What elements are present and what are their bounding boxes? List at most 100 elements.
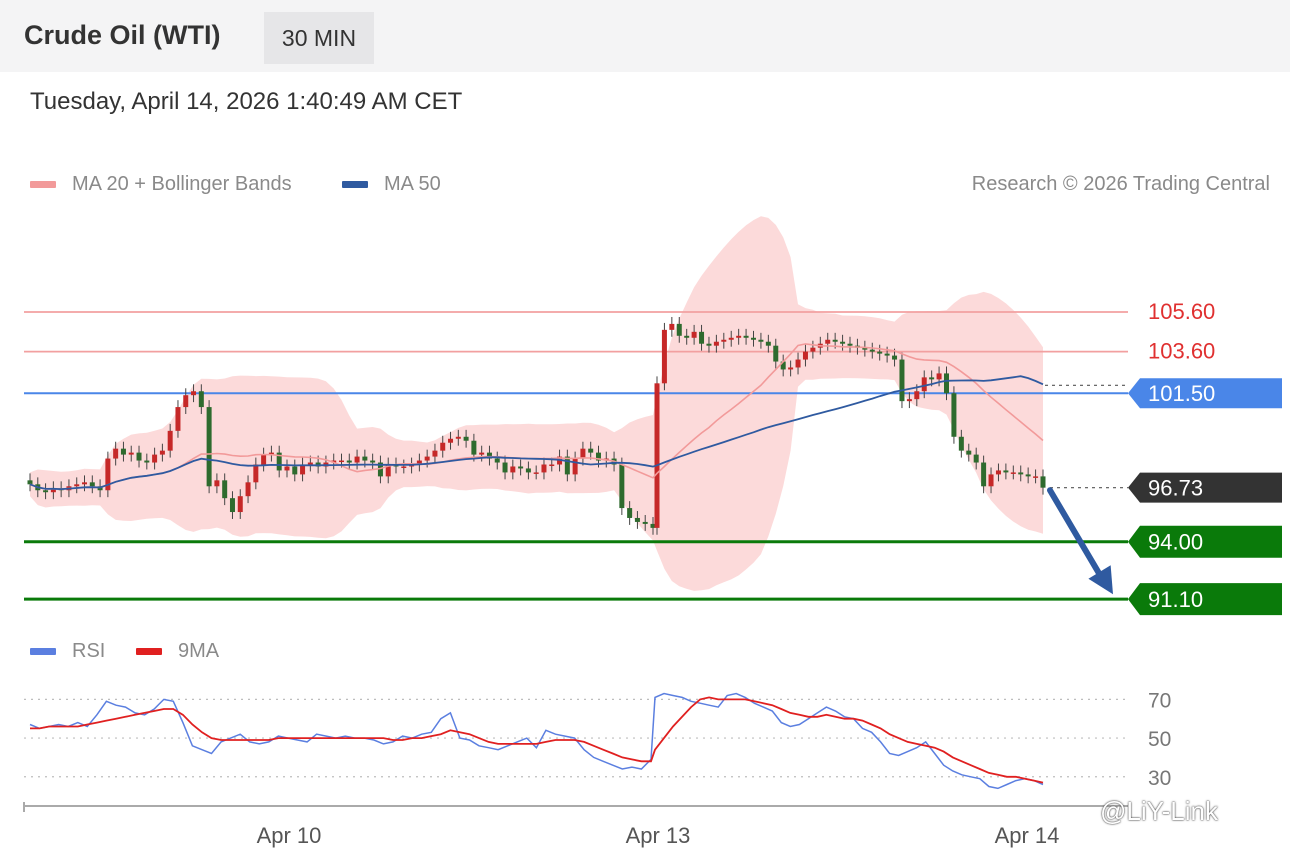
x-tick-label: Apr 13 — [626, 823, 691, 848]
candle-body — [440, 442, 446, 451]
candle-body — [401, 466, 407, 468]
candle-body — [773, 345, 779, 362]
rsi-tick-label: 70 — [1148, 689, 1171, 712]
candle-body — [988, 474, 994, 487]
candle-body — [510, 466, 516, 473]
candle-body — [1018, 472, 1024, 475]
candle-body — [479, 452, 485, 455]
legend-ma20: MA 20 + Bollinger Bands — [30, 173, 292, 196]
candle-body — [564, 456, 570, 475]
candle-body — [914, 391, 920, 400]
candle-body — [854, 345, 860, 348]
candle-body — [268, 452, 274, 455]
candle-body — [105, 458, 111, 491]
legend-rsi-label: RSI — [72, 640, 106, 662]
candle-body — [128, 452, 134, 455]
candle-body — [966, 450, 972, 455]
candle-body — [300, 464, 306, 475]
candle-body — [323, 462, 329, 467]
candle-body — [455, 436, 461, 439]
candle-body — [580, 448, 586, 459]
forecast-arrow-head — [1088, 565, 1113, 595]
legend-9ma-swatch — [136, 648, 162, 655]
legend-9ma: 9MA — [136, 640, 219, 663]
candle-body — [847, 343, 853, 346]
level-label-2: 101.50 — [1148, 381, 1215, 406]
candle-body — [549, 464, 555, 467]
candle-body — [728, 337, 734, 340]
candle-body — [261, 454, 267, 465]
candle-body — [619, 464, 625, 509]
candle-body — [385, 464, 391, 477]
level-tag-5 — [1128, 583, 1282, 616]
timeframe-button[interactable]: 30 MIN — [264, 12, 374, 64]
candle-body — [654, 383, 660, 528]
candle-body — [409, 464, 415, 467]
candle-body — [869, 349, 875, 352]
candle-body — [486, 452, 492, 459]
candle-body — [642, 521, 648, 524]
candle-body — [533, 472, 539, 474]
candle-body — [393, 464, 399, 467]
candle-body — [921, 377, 927, 392]
forecast-arrow-shaft — [1047, 487, 1109, 589]
candle-body — [222, 480, 228, 499]
candle-body — [58, 488, 64, 491]
candle-body — [765, 341, 771, 346]
level-tag-2 — [1128, 378, 1282, 409]
candle-body — [424, 456, 430, 461]
candle-body — [113, 448, 119, 459]
candle-body — [951, 393, 957, 437]
instrument-title: Crude Oil (WTI) — [24, 20, 221, 50]
ma20-line — [29, 343, 1044, 490]
candle-body — [706, 343, 712, 346]
level-tag-3 — [1128, 472, 1282, 503]
chart-datetime: Tuesday, April 14, 2026 1:40:49 AM CET — [30, 88, 463, 115]
legend-ma20-swatch — [30, 181, 56, 188]
candle-body — [650, 523, 656, 528]
candle-body — [346, 460, 352, 463]
candle-body — [736, 335, 742, 338]
candle-body — [788, 367, 794, 370]
candle-body — [557, 456, 563, 465]
candle-body — [167, 430, 173, 451]
level-label-0: 105.60 — [1148, 299, 1215, 324]
candle-body — [494, 458, 500, 463]
candle-body — [229, 498, 235, 513]
candle-body — [684, 335, 690, 338]
candle-body — [43, 490, 49, 493]
rsi-9ma-line — [30, 696, 1044, 784]
rsi-tick-label: 30 — [1148, 767, 1171, 790]
candle-body — [502, 462, 508, 473]
level-label-1: 103.60 — [1148, 339, 1215, 364]
candle-body — [191, 391, 197, 396]
candle-body — [448, 438, 454, 443]
legend-rsi: RSI — [30, 640, 105, 663]
candle-body — [315, 462, 321, 467]
candle-body — [471, 440, 477, 455]
candle-body — [175, 407, 181, 431]
candle-body — [432, 450, 438, 457]
candle-body — [595, 452, 601, 461]
watermark: @LiY-Link — [1100, 796, 1218, 826]
candle-body — [795, 359, 801, 368]
candle-body — [292, 466, 298, 475]
candle-body — [936, 373, 942, 380]
candle-body — [1003, 470, 1009, 473]
candle-body — [463, 436, 469, 441]
candle-body — [66, 486, 72, 491]
candle-body — [944, 373, 949, 394]
level-label-3: 96.73 — [1148, 476, 1203, 501]
candle-body — [27, 480, 33, 485]
legend-ma50-label: MA 50 — [384, 173, 441, 195]
candle-body — [721, 339, 727, 342]
candle-body — [862, 347, 868, 350]
level-tag-4 — [1128, 525, 1282, 558]
candle-body — [713, 341, 719, 346]
candle-body — [877, 351, 883, 354]
candle-body — [1010, 472, 1016, 474]
candle-body — [840, 341, 846, 344]
candle-body — [136, 452, 142, 461]
candle-body — [661, 329, 667, 384]
candle-body — [525, 468, 531, 473]
